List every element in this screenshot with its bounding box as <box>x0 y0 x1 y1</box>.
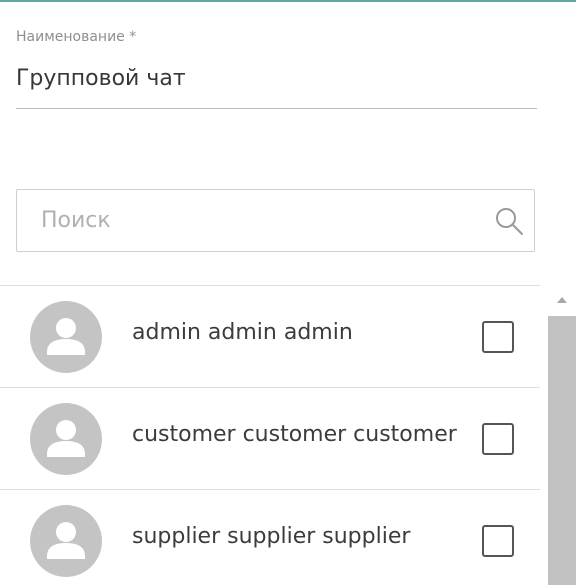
top-border <box>0 0 576 2</box>
name-underline <box>16 108 537 109</box>
search-box[interactable] <box>16 189 535 252</box>
user-name: admin admin admin <box>132 320 353 345</box>
scrollbar[interactable] <box>548 290 576 585</box>
name-input[interactable]: Групповой чат <box>16 66 186 91</box>
user-row[interactable]: supplier supplier supplier <box>0 490 540 585</box>
search-input[interactable] <box>41 190 481 251</box>
user-row[interactable]: admin admin admin <box>0 286 540 388</box>
user-name: customer customer customer <box>132 422 457 447</box>
user-checkbox[interactable] <box>482 321 514 353</box>
scroll-thumb[interactable] <box>548 316 576 585</box>
user-name: supplier supplier supplier <box>132 524 411 549</box>
user-icon <box>47 318 85 355</box>
user-checkbox[interactable] <box>482 525 514 557</box>
avatar <box>30 403 102 475</box>
group-chat-form: Наименование * Групповой чат admin admin… <box>0 0 576 585</box>
user-icon <box>47 522 85 559</box>
scroll-up-arrow-icon[interactable] <box>548 290 576 310</box>
user-row[interactable]: customer customer customer <box>0 388 540 490</box>
search-icon[interactable] <box>494 206 524 236</box>
name-label: Наименование * <box>16 29 137 45</box>
avatar <box>30 505 102 577</box>
avatar <box>30 301 102 373</box>
user-checkbox[interactable] <box>482 423 514 455</box>
name-field[interactable]: Наименование * Групповой чат <box>16 26 537 110</box>
user-icon <box>47 420 85 457</box>
user-list: admin admin admin customer customer cust… <box>0 286 540 585</box>
